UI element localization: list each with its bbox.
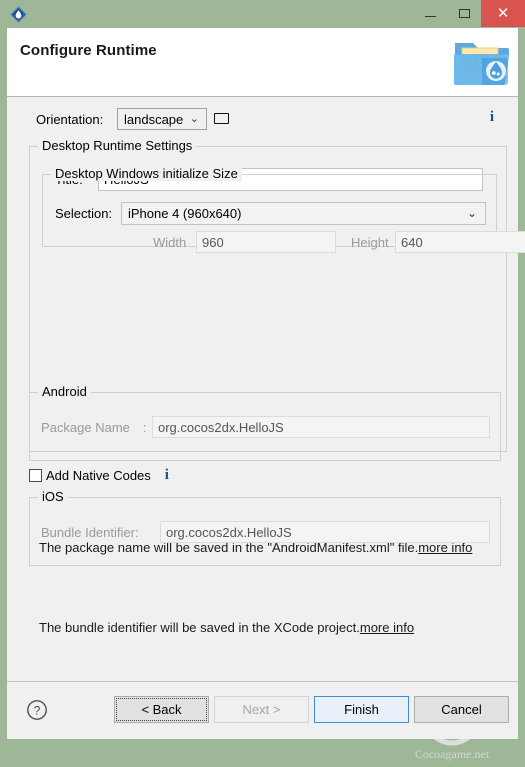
landscape-orientation-icon bbox=[214, 113, 229, 124]
desktop-runtime-settings-legend: Desktop Runtime Settings bbox=[38, 138, 197, 153]
window-size-group: Desktop Windows initialize Size Selectio… bbox=[42, 166, 525, 253]
dialog-body: Orientation: landscape ⌄ i Desktop Runti… bbox=[7, 97, 525, 761]
minimize-icon bbox=[425, 16, 436, 17]
add-native-codes-label: Add Native Codes bbox=[46, 467, 151, 483]
close-icon: ✕ bbox=[496, 5, 510, 22]
native-codes-info-icon[interactable]: i bbox=[165, 467, 169, 484]
device-selection-select[interactable]: iPhone 4 (960x640) ⌄ bbox=[121, 202, 486, 225]
svg-text:?: ? bbox=[34, 704, 41, 718]
bundle-identifier-value: org.cocos2dx.HelloJS bbox=[166, 524, 292, 540]
finish-button[interactable]: Finish bbox=[314, 696, 409, 723]
add-native-codes-row[interactable]: Add Native Codes i bbox=[29, 466, 169, 484]
window-controls: ✕ bbox=[414, 0, 525, 27]
device-selection-value: iPhone 4 (960x640) bbox=[128, 206, 242, 221]
orientation-label: Orientation: bbox=[36, 112, 104, 127]
dialog-footer: ? < Back Next > Finish Cancel bbox=[7, 681, 518, 739]
height-label: Height bbox=[351, 235, 389, 250]
cancel-button-label: Cancel bbox=[441, 702, 482, 717]
finish-button-label: Finish bbox=[344, 702, 379, 717]
orientation-row: Orientation: landscape ⌄ i bbox=[7, 108, 518, 134]
dialog-header: Configure Runtime JS bbox=[7, 28, 518, 97]
close-button[interactable]: ✕ bbox=[481, 0, 525, 27]
configure-runtime-dialog: ✕ Configure Runtime JS Orientation: bbox=[0, 0, 525, 761]
title-bar: ✕ bbox=[0, 0, 525, 28]
orientation-select[interactable]: landscape ⌄ bbox=[117, 108, 207, 130]
page-title: Configure Runtime bbox=[20, 42, 157, 59]
ios-hint: The bundle identifier will be saved in t… bbox=[39, 620, 414, 635]
next-button-label: Next > bbox=[242, 702, 281, 717]
chevron-down-icon: ⌄ bbox=[466, 206, 477, 220]
back-button-label: < Back bbox=[141, 702, 182, 717]
js-folder-icon: JS bbox=[452, 34, 510, 88]
android-group: Android Package Name : org.cocos2dx.Hell… bbox=[29, 384, 501, 461]
orientation-value: landscape bbox=[124, 111, 184, 127]
package-name-input[interactable]: org.cocos2dx.HelloJS bbox=[152, 416, 490, 438]
package-name-value: org.cocos2dx.HelloJS bbox=[158, 419, 284, 435]
help-button[interactable]: ? bbox=[26, 699, 48, 721]
footer-buttons: < Back Next > Finish Cancel bbox=[114, 696, 509, 723]
bundle-identifier-label: Bundle Identifier: bbox=[41, 525, 139, 540]
bundle-identifier-input[interactable]: org.cocos2dx.HelloJS bbox=[160, 521, 490, 543]
orientation-info-icon[interactable]: i bbox=[490, 109, 494, 126]
height-input-value: 640 bbox=[401, 234, 423, 250]
next-button: Next > bbox=[214, 696, 309, 723]
width-input[interactable]: 960 bbox=[196, 231, 336, 253]
android-legend: Android bbox=[38, 384, 91, 399]
app-icon bbox=[8, 4, 29, 25]
ios-more-info-link[interactable]: more info bbox=[360, 620, 414, 635]
package-name-label: Package Name : bbox=[41, 420, 147, 435]
chevron-down-icon: ⌄ bbox=[189, 113, 199, 125]
ios-legend: iOS bbox=[38, 489, 68, 504]
minimize-button[interactable] bbox=[414, 0, 447, 27]
height-input[interactable]: 640 bbox=[395, 231, 525, 253]
maximize-button[interactable] bbox=[447, 0, 481, 27]
ios-group: iOS Bundle Identifier: org.cocos2dx.Hell… bbox=[29, 489, 501, 566]
width-label: Width bbox=[153, 235, 187, 250]
add-native-codes-checkbox[interactable] bbox=[29, 468, 42, 482]
maximize-icon bbox=[458, 9, 470, 18]
ios-hint-text: The bundle identifier will be saved in t… bbox=[39, 620, 360, 635]
selection-label: Selection: bbox=[55, 206, 113, 221]
width-input-value: 960 bbox=[202, 234, 224, 250]
cancel-button[interactable]: Cancel bbox=[414, 696, 509, 723]
window-size-legend: Desktop Windows initialize Size bbox=[51, 166, 242, 181]
watermark-text: Cocoagame.net bbox=[414, 747, 490, 761]
back-button[interactable]: < Back bbox=[114, 696, 209, 723]
